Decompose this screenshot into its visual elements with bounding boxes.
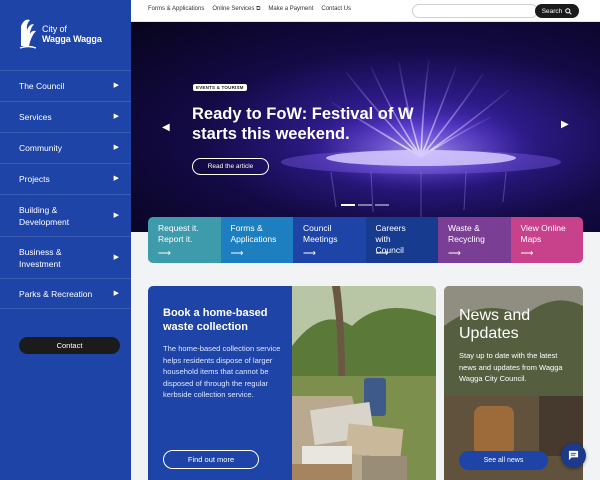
chevron-right-icon: ▶ [113,175,119,182]
quick-link-label: Request it. Report it. [158,223,199,244]
carousel-dot[interactable] [341,204,355,206]
hero-carousel: EVENTS & TOURISM Ready to FoW: Festival … [131,22,600,232]
quick-link-label: Forms & Applications [230,223,277,244]
contact-button[interactable]: Contact [19,337,120,354]
sidebar-item-building-development[interactable]: Building & Development ▶ [0,194,131,236]
arrow-right-icon: ⟶ [303,248,316,258]
sidebar-item-services[interactable]: Services ▶ [0,101,131,132]
link-forms-applications[interactable]: Forms & Applications [148,6,204,13]
see-all-news-button[interactable]: See all news [459,451,548,470]
news-card-title: News and Updates [459,307,531,342]
sidebar-item-label: Building & Development [19,204,70,227]
chevron-right-icon: ▶ [113,82,119,89]
external-link-icon: ⧉ [256,6,261,12]
sidebar-item-label: Projects [19,174,50,184]
waste-collection-card: Book a home-based waste collection The h… [148,286,436,480]
chevron-right-icon: ▶ [113,113,119,120]
category-badge: EVENTS & TOURISM [193,84,247,91]
carousel-dot[interactable] [375,204,389,206]
quick-link-label: Waste & Recycling [448,223,485,244]
arrow-right-icon: ⟶ [520,248,534,258]
waste-collection-photo [292,286,436,480]
read-article-button[interactable]: Read the article [192,158,269,175]
waste-card-body: The home-based collection service helps … [163,344,281,400]
link-online-services[interactable]: Online Services ⧉ [212,6,260,13]
chevron-right-icon: ▶ [113,211,119,219]
waste-card-title: Book a home-based waste collection [163,307,268,333]
chat-icon [568,450,579,461]
carousel-next-icon[interactable]: ▶ [561,119,569,130]
sidebar: City of Wagga Wagga The Council ▶ Service… [0,0,131,480]
sidebar-item-parks-recreation[interactable]: Parks & Recreation ▶ [0,278,131,309]
carousel-dots [341,204,389,206]
link-make-payment[interactable]: Make a Payment [268,6,313,13]
search-button[interactable]: Search [535,4,579,18]
chevron-right-icon: ▶ [113,253,119,261]
chevron-right-icon: ▶ [113,144,119,151]
quick-link-label: Council Meetings [303,223,338,244]
sidebar-item-projects[interactable]: Projects ▶ [0,163,131,194]
link-contact-us[interactable]: Contact Us [321,6,351,13]
sidebar-item-the-council[interactable]: The Council ▶ [0,70,131,101]
quick-link-label: View Online Maps [520,223,566,244]
arrow-right-icon: ⟶ [230,248,244,258]
hero-title: Ready to FoW: Festival of W starts this … [192,105,414,143]
sidebar-item-label: Services [19,112,52,122]
arrow-right-icon: ⟶ [158,248,171,258]
city-logo[interactable]: City of Wagga Wagga [18,16,102,52]
quick-link-waste-recycling[interactable]: Waste & Recycling ⟶ [438,217,511,263]
chat-button[interactable] [561,443,586,468]
sidebar-item-label: Business & Investment [19,246,62,269]
search-icon [565,7,572,15]
sidebar-item-label: Community [19,143,62,153]
arrow-right-icon: ⟶ [375,248,389,258]
sidebar-item-label: The Council [19,81,65,91]
carousel-dot[interactable] [358,204,372,206]
sidebar-item-community[interactable]: Community ▶ [0,132,131,163]
carousel-prev-icon[interactable]: ◀ [162,122,170,133]
logo-line-1: City of [42,24,67,34]
quick-links: Request it. Report it. ⟶ Forms & Applicat… [148,217,583,263]
quick-link-forms[interactable]: Forms & Applications ⟶ [220,217,293,263]
quick-link-careers[interactable]: Careers with Council ⟶ [365,217,438,263]
quick-link-online-maps[interactable]: View Online Maps ⟶ [510,217,583,263]
logo-line-2: Wagga Wagga [42,34,102,44]
search-button-label: Search [541,7,563,15]
quick-link-request-report[interactable]: Request it. Report it. ⟶ [148,217,221,263]
arrow-right-icon: ⟶ [448,248,461,258]
sidebar-nav: The Council ▶ Services ▶ Community ▶ Projec… [0,70,131,309]
sidebar-item-label: Parks & Recreation [19,288,93,299]
quick-link-council-meetings[interactable]: Council Meetings ⟶ [293,217,366,263]
search-input[interactable] [412,4,538,18]
top-bar: Forms & Applications Online Services ⧉ M… [131,0,600,22]
sidebar-item-business-investment[interactable]: Business & Investment ▶ [0,236,131,278]
chevron-right-icon: ▶ [113,289,119,297]
logo-icon [19,19,37,49]
utility-links: Forms & Applications Online Services ⧉ M… [148,6,351,13]
find-out-more-button[interactable]: Find out more [163,450,259,469]
news-card-body: Stay up to date with the latest news and… [459,351,563,383]
